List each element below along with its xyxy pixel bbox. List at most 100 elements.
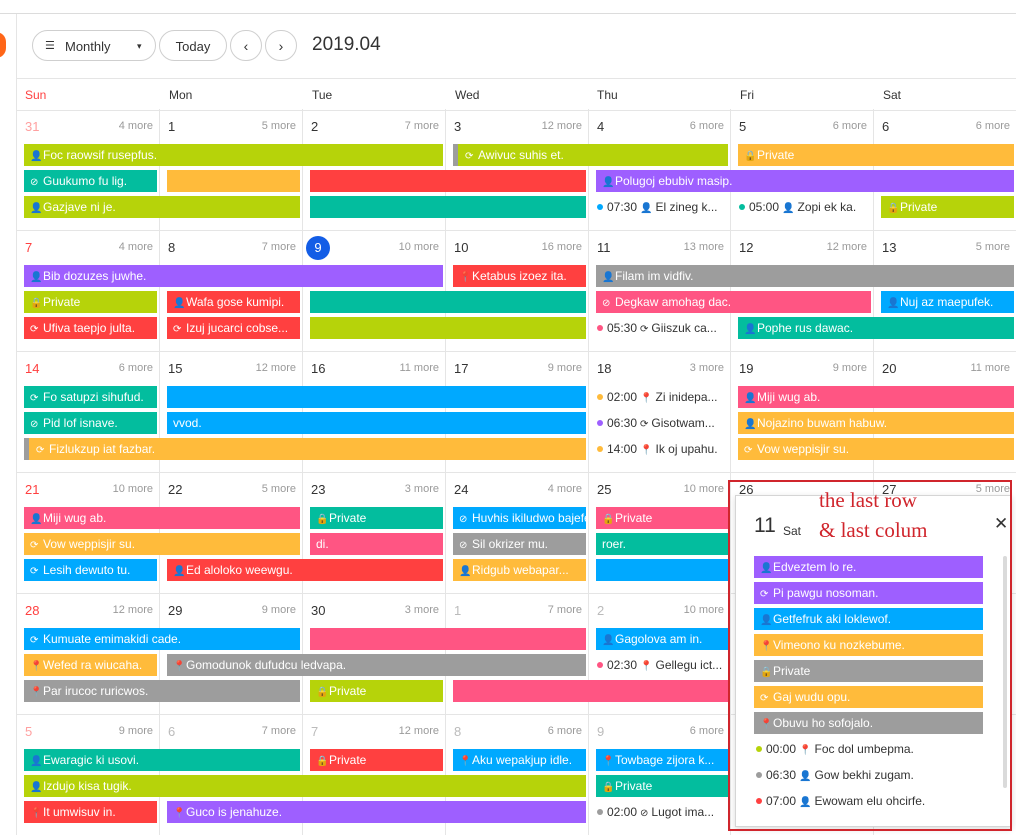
event-bar[interactable]: ⟳ Awivuc suhis et.	[453, 144, 728, 166]
more-link[interactable]: 5 more	[242, 483, 296, 495]
more-link[interactable]: 12 more	[813, 241, 867, 253]
more-link[interactable]: 6 more	[99, 362, 153, 374]
event-bar[interactable]: 👤Polugoj ebubiv masip.	[596, 170, 1014, 192]
day-number[interactable]: 18	[597, 361, 611, 376]
event-bar[interactable]: 👤Gagolova am in.	[596, 628, 728, 650]
event-bar[interactable]	[310, 628, 586, 650]
event-bar[interactable]: 👤Wafa gose kumipi.	[167, 291, 300, 313]
more-link[interactable]: 16 more	[528, 241, 582, 253]
next-button[interactable]: ›	[265, 30, 297, 61]
more-link[interactable]: 6 more	[528, 725, 582, 737]
more-link[interactable]: 9 more	[242, 604, 296, 616]
day-number[interactable]: 6	[882, 119, 889, 134]
day-number[interactable]: 5	[25, 724, 32, 739]
more-link[interactable]: 10 more	[670, 483, 724, 495]
more-link[interactable]: 5 more	[956, 241, 1010, 253]
event-bar[interactable]: 🔒Private	[24, 291, 157, 313]
day-number[interactable]: 19	[739, 361, 753, 376]
day-number[interactable]: 22	[168, 482, 182, 497]
more-link[interactable]: 12 more	[385, 725, 439, 737]
day-number[interactable]: 11	[597, 240, 611, 255]
event-bar[interactable]: 📍It umwisuv in.	[24, 801, 157, 823]
day-number[interactable]: 21	[25, 482, 39, 497]
more-link[interactable]: 6 more	[956, 120, 1010, 132]
event-bar[interactable]: 👤Miji wug ab.	[24, 507, 300, 529]
day-number[interactable]: 8	[168, 240, 175, 255]
event-bar[interactable]	[310, 317, 586, 339]
more-link[interactable]: 12 more	[528, 120, 582, 132]
day-number[interactable]: 30	[311, 603, 325, 618]
event-bar[interactable]	[310, 291, 586, 313]
event-bar[interactable]: 🔒Private	[738, 144, 1014, 166]
day-number[interactable]: 13	[882, 240, 896, 255]
more-link[interactable]: 5 more	[242, 120, 296, 132]
day-number[interactable]: 2	[311, 119, 318, 134]
more-link[interactable]: 3 more	[670, 362, 724, 374]
day-number[interactable]: 15	[168, 361, 182, 376]
more-link[interactable]: 11 more	[385, 362, 439, 374]
prev-button[interactable]: ‹	[230, 30, 262, 61]
event-bar[interactable]: di.	[310, 533, 443, 555]
event-bar[interactable]: vvod.	[167, 412, 586, 434]
day-number[interactable]: 9	[306, 236, 330, 260]
event-bar[interactable]: 👤Pophe rus dawac.	[738, 317, 1014, 339]
event-bar[interactable]: 📍Guco is jenahuze.	[167, 801, 586, 823]
more-link[interactable]: 7 more	[385, 120, 439, 132]
day-number[interactable]: 6	[168, 724, 175, 739]
event-bar[interactable]: roer.	[596, 533, 728, 555]
event-bar[interactable]: 👤Miji wug ab.	[738, 386, 1014, 408]
popup-event[interactable]: ⟳ Gaj wudu opu.	[754, 686, 983, 708]
timed-event[interactable]: 05:30 ⟳ Giiszuk ca...	[597, 317, 723, 339]
more-link[interactable]: 6 more	[670, 725, 724, 737]
more-link[interactable]: 12 more	[99, 604, 153, 616]
event-bar[interactable]: 👤Ridgub webapar...	[453, 559, 586, 581]
event-bar[interactable]: 📍Ketabus izoez ita.	[453, 265, 586, 287]
day-number[interactable]: 3	[454, 119, 461, 134]
close-icon[interactable]: ✕	[994, 514, 1008, 534]
timed-event[interactable]: 14:00 📍 Ik oj upahu.	[597, 438, 723, 460]
popup-event[interactable]: 👤Edveztem lo re.	[754, 556, 983, 578]
day-number[interactable]: 29	[168, 603, 182, 618]
day-number[interactable]: 25	[597, 482, 611, 497]
popup-event[interactable]: 📍Vimeono ku nozkebume.	[754, 634, 983, 656]
event-bar[interactable]	[596, 559, 728, 581]
day-number[interactable]: 16	[311, 361, 325, 376]
event-bar[interactable]: ⟳ Lesih dewuto tu.	[24, 559, 157, 581]
event-bar[interactable]: ⟳ Ufiva taepjo julta.	[24, 317, 157, 339]
today-button[interactable]: Today	[159, 30, 227, 61]
event-bar[interactable]: 👤Ed aloloko weewgu.	[167, 559, 443, 581]
event-bar[interactable]: 🔒Private	[310, 507, 443, 529]
event-bar[interactable]: ⟳ Vow weppisjir su.	[24, 533, 300, 555]
timed-event[interactable]: 07:30 👤 El zineg k...	[597, 196, 723, 218]
event-bar[interactable]: 📍Par irucoc ruricwos.	[24, 680, 300, 702]
more-link[interactable]: 12 more	[242, 362, 296, 374]
event-bar[interactable]: 👤Nuj az maepufek.	[881, 291, 1014, 313]
day-number[interactable]: 23	[311, 482, 325, 497]
event-bar[interactable]: 📍Towbage zijora k...	[596, 749, 728, 771]
event-bar[interactable]: ⟳ Fizlukzup iat fazbar.	[24, 438, 586, 460]
popup-timed-event[interactable]: 06:30 👤 Gow bekhi zugam.	[756, 764, 996, 786]
event-bar[interactable]: 👤Bib dozuzes juwhe.	[24, 265, 443, 287]
day-number[interactable]: 28	[25, 603, 39, 618]
event-bar[interactable]	[167, 170, 300, 192]
day-number[interactable]: 1	[168, 119, 175, 134]
day-number[interactable]: 31	[25, 119, 39, 134]
day-number[interactable]: 7	[25, 240, 32, 255]
event-bar[interactable]: 🔒Private	[596, 775, 728, 797]
event-bar[interactable]: ⟳ Fo satupzi sihufud.	[24, 386, 157, 408]
timed-event[interactable]: 06:30 ⟳ Gisotwam...	[597, 412, 723, 434]
more-link[interactable]: 4 more	[528, 483, 582, 495]
more-link[interactable]: 3 more	[385, 483, 439, 495]
day-number[interactable]: 1	[454, 603, 461, 618]
popup-scrollbar[interactable]	[1003, 556, 1007, 788]
more-link[interactable]: 6 more	[670, 120, 724, 132]
more-link[interactable]: 10 more	[99, 483, 153, 495]
more-link[interactable]: 11 more	[956, 362, 1010, 374]
day-number[interactable]: 17	[454, 361, 468, 376]
more-link[interactable]: 3 more	[385, 604, 439, 616]
event-bar[interactable]: ⊘ Huvhis ikiludwo bajefe	[453, 507, 586, 529]
event-bar[interactable]: 🔒Private	[596, 507, 728, 529]
event-bar[interactable]: 🔒Private	[310, 680, 443, 702]
app-logo[interactable]	[0, 32, 6, 58]
event-bar[interactable]: 👤Nojazino buwam habuw.	[738, 412, 1014, 434]
